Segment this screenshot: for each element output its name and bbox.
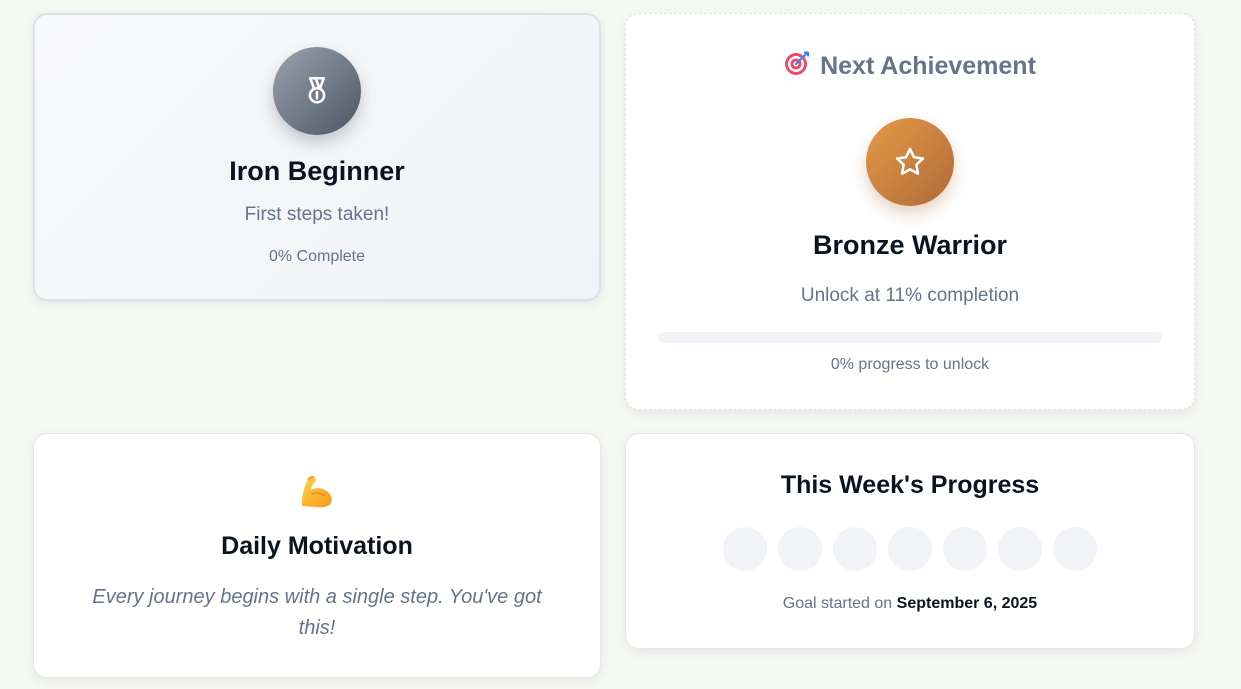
goal-start-line: Goal started on September 6, 2025 — [626, 595, 1194, 613]
next-badge-unlock-text: Unlock at 11% completion — [800, 285, 1020, 306]
day-indicator — [998, 527, 1042, 571]
unlock-progress-text: 0% progress to unlock — [830, 356, 990, 373]
daily-motivation-card: Daily Motivation Every journey begins wi… — [33, 433, 601, 678]
day-indicator — [723, 527, 767, 571]
weekly-progress-card: This Week's Progress Goal started on Sep… — [625, 433, 1195, 649]
flexed-biceps-icon — [298, 472, 336, 510]
target-icon — [784, 50, 810, 83]
day-indicator — [833, 527, 877, 571]
day-indicator — [778, 527, 822, 571]
current-badge-completion: 0% Complete — [268, 248, 366, 265]
next-achievement-card: Next Achievement Bronze Warrior Unlock a… — [625, 13, 1195, 410]
weekly-progress-title: This Week's Progress — [780, 471, 1040, 499]
goal-start-date: September 6, 2025 — [896, 595, 1038, 612]
current-badge-subtitle: First steps taken! — [244, 204, 390, 225]
day-indicator — [1053, 527, 1097, 571]
motivation-quote: Every journey begins with a single step.… — [92, 586, 542, 639]
next-achievement-header: Next Achievement — [626, 50, 1194, 83]
star-icon — [866, 118, 954, 206]
motivation-title: Daily Motivation — [221, 532, 413, 560]
next-achievement-label: Next Achievement — [820, 52, 1036, 80]
unlock-progress-bar — [658, 332, 1162, 343]
current-badge-title: Iron Beginner — [229, 156, 405, 186]
medal-icon — [273, 47, 361, 135]
day-indicator — [888, 527, 932, 571]
goal-start-label: Goal started on — [782, 595, 893, 612]
week-day-tracker — [626, 527, 1194, 571]
day-indicator — [943, 527, 987, 571]
next-badge-title: Bronze Warrior — [812, 230, 1008, 260]
current-badge-card: Iron Beginner First steps taken! 0% Comp… — [33, 13, 601, 301]
